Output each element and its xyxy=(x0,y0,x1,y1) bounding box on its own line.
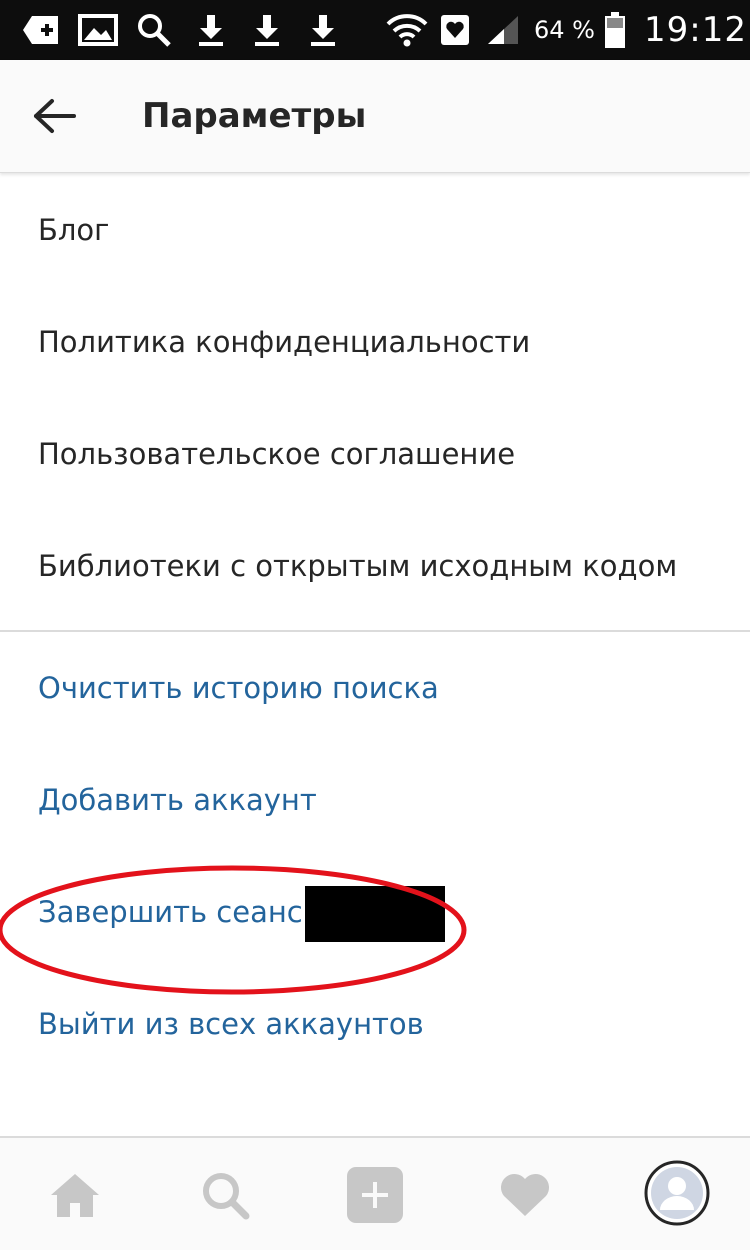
add-post-button[interactable] xyxy=(340,1160,410,1230)
redacted-username xyxy=(304,886,445,942)
profile-avatar-icon xyxy=(644,1160,710,1226)
menu-item-terms[interactable]: Пользовательское соглашение xyxy=(0,398,750,510)
bottom-nav xyxy=(0,1136,750,1250)
log-out-label: Завершить сеанс xyxy=(38,895,303,929)
back-button[interactable] xyxy=(22,86,86,146)
home-icon xyxy=(51,1174,99,1217)
download-icon xyxy=(250,12,284,48)
home-button[interactable] xyxy=(40,1160,110,1230)
heart-icon xyxy=(500,1173,550,1216)
heart-square-icon xyxy=(438,12,472,48)
gallery-icon xyxy=(76,12,120,48)
settings-screen: 64 % 19:12 Параметры Блог Политика конфи… xyxy=(0,0,750,1250)
menu-item-log-out-all[interactable]: Выйти из всех аккаунтов xyxy=(0,968,750,1080)
menu-item-open-source-libraries[interactable]: Библиотеки с открытым исходным кодом xyxy=(0,510,750,622)
battery-percent: 64 % xyxy=(534,16,595,44)
toolbar: Параметры xyxy=(0,60,750,173)
page-title: Параметры xyxy=(142,96,367,136)
signal-icon xyxy=(484,12,522,48)
wifi-icon xyxy=(384,12,430,48)
menu-item-add-account[interactable]: Добавить аккаунт xyxy=(0,744,750,856)
activity-button[interactable] xyxy=(490,1160,560,1230)
search-icon xyxy=(134,12,174,48)
menu-item-privacy-policy[interactable]: Политика конфиденциальности xyxy=(0,286,750,398)
clock: 19:12 xyxy=(644,10,747,50)
settings-list: Блог Политика конфиденциальности Пользов… xyxy=(0,174,750,1080)
profile-button[interactable] xyxy=(640,1156,714,1230)
menu-item-clear-search-history[interactable]: Очистить историю поиска xyxy=(0,632,750,744)
search-icon xyxy=(203,1173,250,1220)
add-post-icon xyxy=(347,1167,403,1223)
arrow-left-icon xyxy=(34,99,76,133)
battery-icon xyxy=(602,12,628,48)
search-button[interactable] xyxy=(190,1160,260,1230)
add-box-icon xyxy=(20,12,62,48)
menu-item-log-out[interactable]: Завершить сеанс xyxy=(0,856,750,968)
download-icon xyxy=(194,12,228,48)
menu-item-blog[interactable]: Блог xyxy=(0,174,750,286)
download-icon xyxy=(306,12,340,48)
status-bar: 64 % 19:12 xyxy=(0,0,750,60)
